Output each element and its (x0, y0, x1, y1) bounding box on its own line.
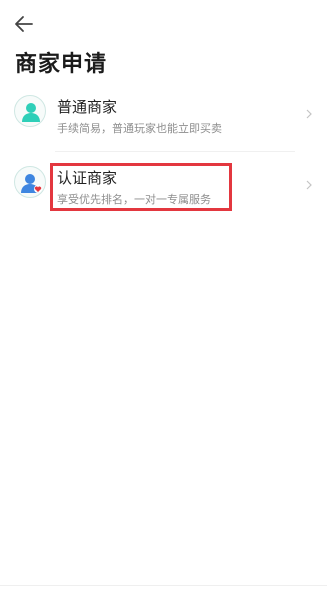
bottom-divider (0, 585, 327, 586)
chevron-right-icon (306, 180, 312, 190)
option-normal-merchant[interactable]: 普通商家 手续简易，普通玩家也能立即买卖 (14, 89, 318, 145)
highlight-box (50, 163, 232, 211)
avatar (14, 95, 46, 127)
option-title: 普通商家 (57, 98, 118, 116)
avatar (14, 166, 46, 198)
verified-person-avatar-icon (21, 174, 42, 193)
back-button[interactable] (12, 12, 36, 36)
chevron-right-icon (306, 109, 312, 119)
person-avatar-icon (22, 103, 40, 122)
divider (55, 151, 295, 152)
option-subtitle: 手续简易，普通玩家也能立即买卖 (57, 122, 222, 135)
page-title: 商家申请 (15, 52, 108, 77)
arrow-left-icon (15, 16, 33, 32)
